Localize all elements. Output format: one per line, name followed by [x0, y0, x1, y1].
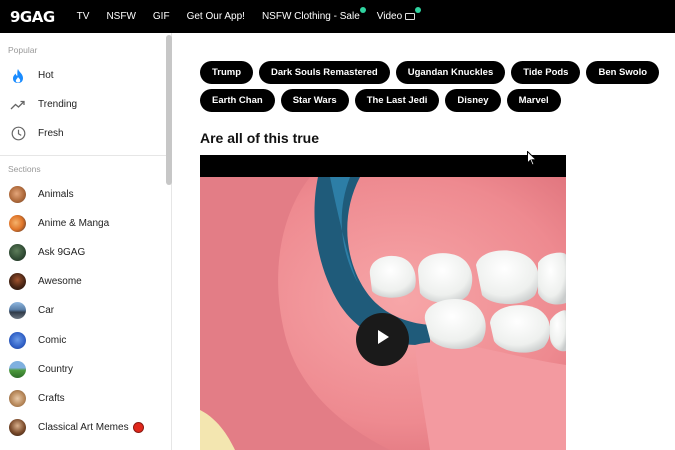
tag-disney[interactable]: Disney [445, 89, 501, 112]
country-avatar-icon [9, 360, 26, 378]
sidebar: Popular Hot Trending Fresh Sections Anim… [0, 33, 172, 450]
sidebar-divider [0, 154, 171, 156]
mouse-cursor-icon [527, 150, 538, 171]
tag-ugandan-knuckles[interactable]: Ugandan Knuckles [395, 61, 506, 84]
sidebar-item-comic[interactable]: Comic [0, 326, 171, 355]
sidebar-item-label: Ask 9GAG [38, 247, 86, 259]
comic-avatar-icon [9, 331, 26, 349]
nav-nsfw-label: NSFW [106, 11, 136, 22]
trending-icon [9, 96, 27, 114]
tag-marvel[interactable]: Marvel [506, 89, 561, 112]
sidebar-item-classical-art-memes[interactable]: Classical Art Memes [0, 413, 171, 442]
tag-list: Trump Dark Souls Remastered Ugandan Knuc… [200, 61, 670, 112]
tag-tide-pods[interactable]: Tide Pods [511, 61, 581, 84]
clock-icon [9, 125, 27, 143]
awesome-avatar-icon [9, 273, 26, 291]
sidebar-item-label: Trending [38, 99, 78, 111]
anime-manga-avatar-icon [9, 214, 26, 232]
sidebar-item-fresh[interactable]: Fresh [0, 119, 171, 148]
sidebar-item-label: Hot [38, 70, 54, 82]
nav-video-label: Video [376, 11, 403, 22]
sidebar-item-ask-9gag[interactable]: Ask 9GAG [0, 238, 171, 267]
camera-icon [405, 12, 416, 20]
nav-get-app-label: Get Our App! [186, 11, 245, 22]
play-button[interactable] [356, 313, 409, 366]
nav-nsfw-clothing[interactable]: NSFW Clothing - Sale [261, 7, 366, 22]
post-video[interactable] [200, 155, 566, 450]
sidebar-item-animals[interactable]: Animals [0, 180, 171, 209]
nav-nsfw-clothing-label: NSFW Clothing - Sale [261, 11, 360, 22]
play-icon [376, 329, 390, 350]
video-frame-image [200, 155, 566, 450]
sidebar-item-country[interactable]: Country [0, 355, 171, 384]
nav-tv[interactable]: TV [77, 11, 90, 22]
tag-star-wars[interactable]: Star Wars [280, 89, 349, 112]
sidebar-item-crafts[interactable]: Crafts [0, 384, 171, 413]
crafts-avatar-icon [9, 389, 26, 407]
sidebar-item-label: Anime & Manga [38, 217, 110, 229]
sidebar-item-awesome[interactable]: Awesome [0, 267, 171, 296]
sidebar-item-label: Comic [38, 334, 67, 346]
tag-earth-chan[interactable]: Earth Chan [200, 89, 275, 112]
sidebar-item-trending[interactable]: Trending [0, 90, 171, 119]
nav-video[interactable]: Video [376, 7, 422, 22]
tag-dark-souls-remastered[interactable]: Dark Souls Remastered [259, 61, 390, 84]
fire-icon [9, 67, 27, 85]
sidebar-item-label: Animals [38, 188, 74, 200]
top-navbar: 9GAG TV NSFW GIF Get Our App! NSFW Cloth… [0, 0, 675, 33]
popular-heading: Popular [8, 45, 38, 55]
nav-get-app[interactable]: Get Our App! [187, 11, 245, 22]
post-title[interactable]: Are all of this true [200, 130, 319, 146]
tag-trump[interactable]: Trump [200, 61, 254, 84]
nav-gif-label: GIF [152, 11, 170, 22]
ask-9gag-avatar-icon [9, 244, 26, 262]
sidebar-item-label: Classical Art Memes [38, 422, 129, 434]
sidebar-item-label: Fresh [38, 128, 64, 140]
sidebar-item-label: Crafts [38, 392, 65, 404]
classical-art-memes-avatar-icon [9, 419, 26, 437]
nav-gif[interactable]: GIF [153, 11, 170, 22]
sidebar-item-label: Awesome [38, 276, 82, 288]
site-logo[interactable]: 9GAG [10, 8, 55, 26]
sidebar-item-hot[interactable]: Hot [0, 61, 171, 90]
sidebar-item-label: Country [38, 363, 74, 375]
nav-nsfw[interactable]: NSFW [106, 11, 135, 22]
new-dot-indicator [415, 7, 422, 13]
sidebar-item-car[interactable]: Car [0, 296, 171, 325]
sidebar-item-label: Car [38, 305, 55, 317]
nav-tv-label: TV [76, 11, 90, 22]
main-content: Trump Dark Souls Remastered Ugandan Knuc… [172, 33, 675, 450]
new-dot-indicator [359, 7, 366, 13]
sidebar-item-anime-manga[interactable]: Anime & Manga [0, 209, 171, 238]
tag-the-last-jedi[interactable]: The Last Jedi [354, 89, 440, 112]
sections-heading: Sections [8, 163, 41, 174]
animals-avatar-icon [9, 185, 26, 203]
car-avatar-icon [9, 302, 26, 320]
tag-ben-swolo[interactable]: Ben Swolo [586, 61, 660, 84]
red-badge-icon [132, 422, 144, 434]
